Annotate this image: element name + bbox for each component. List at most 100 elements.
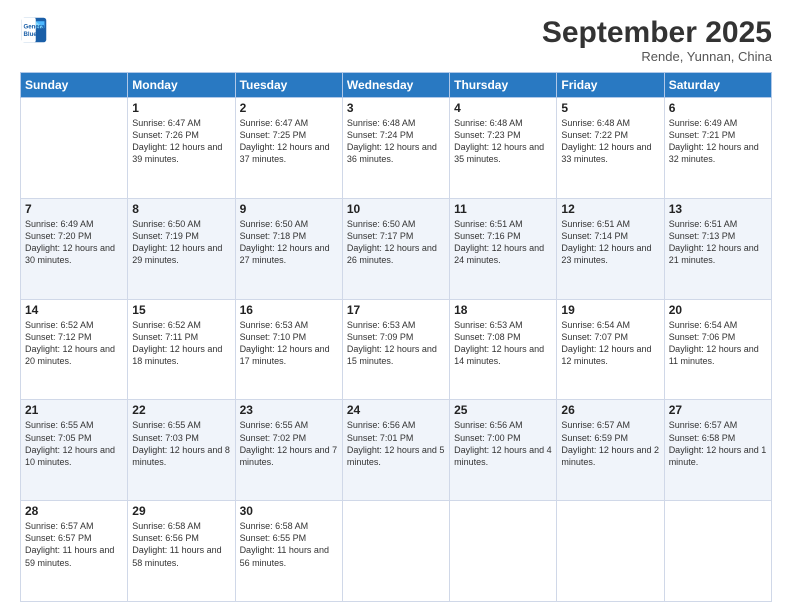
day-number: 4 <box>454 101 552 115</box>
calendar-cell: 30 Sunrise: 6:58 AM Sunset: 6:55 PM Dayli… <box>235 501 342 602</box>
title-block: September 2025 Rende, Yunnan, China <box>542 16 772 64</box>
day-number: 26 <box>561 403 659 417</box>
day-content: Sunrise: 6:53 AM Sunset: 7:09 PM Dayligh… <box>347 319 445 368</box>
calendar-cell: 19 Sunrise: 6:54 AM Sunset: 7:07 PM Dayli… <box>557 299 664 400</box>
calendar-cell: 27 Sunrise: 6:57 AM Sunset: 6:58 PM Dayli… <box>664 400 771 501</box>
svg-text:General: General <box>24 23 47 30</box>
weekday-header-sunday: Sunday <box>21 73 128 98</box>
day-number: 17 <box>347 303 445 317</box>
calendar-cell <box>21 98 128 199</box>
day-number: 29 <box>132 504 230 518</box>
day-content: Sunrise: 6:56 AM Sunset: 7:01 PM Dayligh… <box>347 419 445 468</box>
calendar-cell: 29Sunrise: 6:58 AM Sunset: 6:56 PM Dayli… <box>128 501 235 602</box>
day-content: Sunrise: 6:55 AM Sunset: 7:03 PM Dayligh… <box>132 419 230 468</box>
day-content: Sunrise: 6:54 AM Sunset: 7:07 PM Dayligh… <box>561 319 659 368</box>
day-number: 21 <box>25 403 123 417</box>
day-content: Sunrise: 6:53 AM Sunset: 7:08 PM Dayligh… <box>454 319 552 368</box>
calendar-cell: 22 Sunrise: 6:55 AM Sunset: 7:03 PM Dayli… <box>128 400 235 501</box>
day-content: Sunrise: 6:55 AM Sunset: 7:02 PM Dayligh… <box>240 419 338 468</box>
calendar-cell: 10Sunrise: 6:50 AM Sunset: 7:17 PM Dayli… <box>342 198 449 299</box>
calendar-table: SundayMondayTuesdayWednesdayThursdayFrid… <box>20 72 772 602</box>
svg-text:Blue: Blue <box>24 31 38 38</box>
week-row-5: 28 Sunrise: 6:57 AM Sunset: 6:57 PM Dayli… <box>21 501 772 602</box>
calendar-cell: 21 Sunrise: 6:55 AM Sunset: 7:05 PM Dayli… <box>21 400 128 501</box>
day-number: 22 <box>132 403 230 417</box>
weekday-header-monday: Monday <box>128 73 235 98</box>
day-number: 2 <box>240 101 338 115</box>
calendar-cell: 7Sunrise: 6:49 AM Sunset: 7:20 PM Daylig… <box>21 198 128 299</box>
weekday-header-row: SundayMondayTuesdayWednesdayThursdayFrid… <box>21 73 772 98</box>
day-content: Sunrise: 6:56 AM Sunset: 7:00 PM Dayligh… <box>454 419 552 468</box>
calendar-cell: 5 Sunrise: 6:48 AM Sunset: 7:22 PM Daylig… <box>557 98 664 199</box>
day-number: 20 <box>669 303 767 317</box>
day-content: Sunrise: 6:47 AM Sunset: 7:25 PM Dayligh… <box>240 117 338 166</box>
day-content: Sunrise: 6:48 AM Sunset: 7:23 PM Dayligh… <box>454 117 552 166</box>
day-number: 9 <box>240 202 338 216</box>
day-number: 12 <box>561 202 659 216</box>
weekday-header-wednesday: Wednesday <box>342 73 449 98</box>
day-number: 19 <box>561 303 659 317</box>
calendar-cell: 2 Sunrise: 6:47 AM Sunset: 7:25 PM Daylig… <box>235 98 342 199</box>
calendar-cell: 16Sunrise: 6:53 AM Sunset: 7:10 PM Dayli… <box>235 299 342 400</box>
calendar-page: General Blue September 2025 Rende, Yunna… <box>0 0 792 612</box>
calendar-cell: 15Sunrise: 6:52 AM Sunset: 7:11 PM Dayli… <box>128 299 235 400</box>
calendar-cell: 20 Sunrise: 6:54 AM Sunset: 7:06 PM Dayli… <box>664 299 771 400</box>
day-number: 10 <box>347 202 445 216</box>
day-content: Sunrise: 6:48 AM Sunset: 7:22 PM Dayligh… <box>561 117 659 166</box>
day-content: Sunrise: 6:51 AM Sunset: 7:16 PM Dayligh… <box>454 218 552 267</box>
day-content: Sunrise: 6:54 AM Sunset: 7:06 PM Dayligh… <box>669 319 767 368</box>
calendar-cell: 8Sunrise: 6:50 AM Sunset: 7:19 PM Daylig… <box>128 198 235 299</box>
day-content: Sunrise: 6:50 AM Sunset: 7:19 PM Dayligh… <box>132 218 230 267</box>
day-number: 25 <box>454 403 552 417</box>
calendar-cell <box>664 501 771 602</box>
calendar-cell: 13Sunrise: 6:51 AM Sunset: 7:13 PM Dayli… <box>664 198 771 299</box>
day-number: 5 <box>561 101 659 115</box>
day-number: 6 <box>669 101 767 115</box>
day-content: Sunrise: 6:57 AM Sunset: 6:59 PM Dayligh… <box>561 419 659 468</box>
day-content: Sunrise: 6:48 AM Sunset: 7:24 PM Dayligh… <box>347 117 445 166</box>
month-title: September 2025 <box>542 16 772 49</box>
day-number: 3 <box>347 101 445 115</box>
calendar-cell: 12Sunrise: 6:51 AM Sunset: 7:14 PM Dayli… <box>557 198 664 299</box>
week-row-1: 1Sunrise: 6:47 AM Sunset: 7:26 PM Daylig… <box>21 98 772 199</box>
day-number: 14 <box>25 303 123 317</box>
weekday-header-thursday: Thursday <box>450 73 557 98</box>
week-row-3: 14 Sunrise: 6:52 AM Sunset: 7:12 PM Dayli… <box>21 299 772 400</box>
calendar-cell: 23 Sunrise: 6:55 AM Sunset: 7:02 PM Dayli… <box>235 400 342 501</box>
calendar-cell: 9Sunrise: 6:50 AM Sunset: 7:18 PM Daylig… <box>235 198 342 299</box>
day-number: 23 <box>240 403 338 417</box>
day-number: 15 <box>132 303 230 317</box>
day-number: 27 <box>669 403 767 417</box>
day-content: Sunrise: 6:55 AM Sunset: 7:05 PM Dayligh… <box>25 419 123 468</box>
calendar-cell: 1Sunrise: 6:47 AM Sunset: 7:26 PM Daylig… <box>128 98 235 199</box>
calendar-cell: 6 Sunrise: 6:49 AM Sunset: 7:21 PM Daylig… <box>664 98 771 199</box>
calendar-cell: 14 Sunrise: 6:52 AM Sunset: 7:12 PM Dayli… <box>21 299 128 400</box>
day-number: 24 <box>347 403 445 417</box>
weekday-header-friday: Friday <box>557 73 664 98</box>
week-row-4: 21 Sunrise: 6:55 AM Sunset: 7:05 PM Dayli… <box>21 400 772 501</box>
day-number: 7 <box>25 202 123 216</box>
day-content: Sunrise: 6:57 AM Sunset: 6:58 PM Dayligh… <box>669 419 767 468</box>
day-content: Sunrise: 6:49 AM Sunset: 7:21 PM Dayligh… <box>669 117 767 166</box>
calendar-cell: 26 Sunrise: 6:57 AM Sunset: 6:59 PM Dayli… <box>557 400 664 501</box>
header: General Blue September 2025 Rende, Yunna… <box>20 16 772 64</box>
calendar-cell: 28 Sunrise: 6:57 AM Sunset: 6:57 PM Dayli… <box>21 501 128 602</box>
day-content: Sunrise: 6:53 AM Sunset: 7:10 PM Dayligh… <box>240 319 338 368</box>
calendar-cell <box>557 501 664 602</box>
location-subtitle: Rende, Yunnan, China <box>542 49 772 64</box>
day-content: Sunrise: 6:58 AM Sunset: 6:55 PM Dayligh… <box>240 520 338 569</box>
calendar-cell: 25 Sunrise: 6:56 AM Sunset: 7:00 PM Dayli… <box>450 400 557 501</box>
day-content: Sunrise: 6:52 AM Sunset: 7:12 PM Dayligh… <box>25 319 123 368</box>
weekday-header-tuesday: Tuesday <box>235 73 342 98</box>
calendar-cell: 17 Sunrise: 6:53 AM Sunset: 7:09 PM Dayli… <box>342 299 449 400</box>
calendar-cell: 3 Sunrise: 6:48 AM Sunset: 7:24 PM Daylig… <box>342 98 449 199</box>
logo: General Blue <box>20 16 48 44</box>
calendar-cell: 11 Sunrise: 6:51 AM Sunset: 7:16 PM Dayli… <box>450 198 557 299</box>
day-number: 13 <box>669 202 767 216</box>
day-number: 1 <box>132 101 230 115</box>
day-number: 11 <box>454 202 552 216</box>
week-row-2: 7Sunrise: 6:49 AM Sunset: 7:20 PM Daylig… <box>21 198 772 299</box>
day-content: Sunrise: 6:57 AM Sunset: 6:57 PM Dayligh… <box>25 520 123 569</box>
day-number: 28 <box>25 504 123 518</box>
day-number: 30 <box>240 504 338 518</box>
